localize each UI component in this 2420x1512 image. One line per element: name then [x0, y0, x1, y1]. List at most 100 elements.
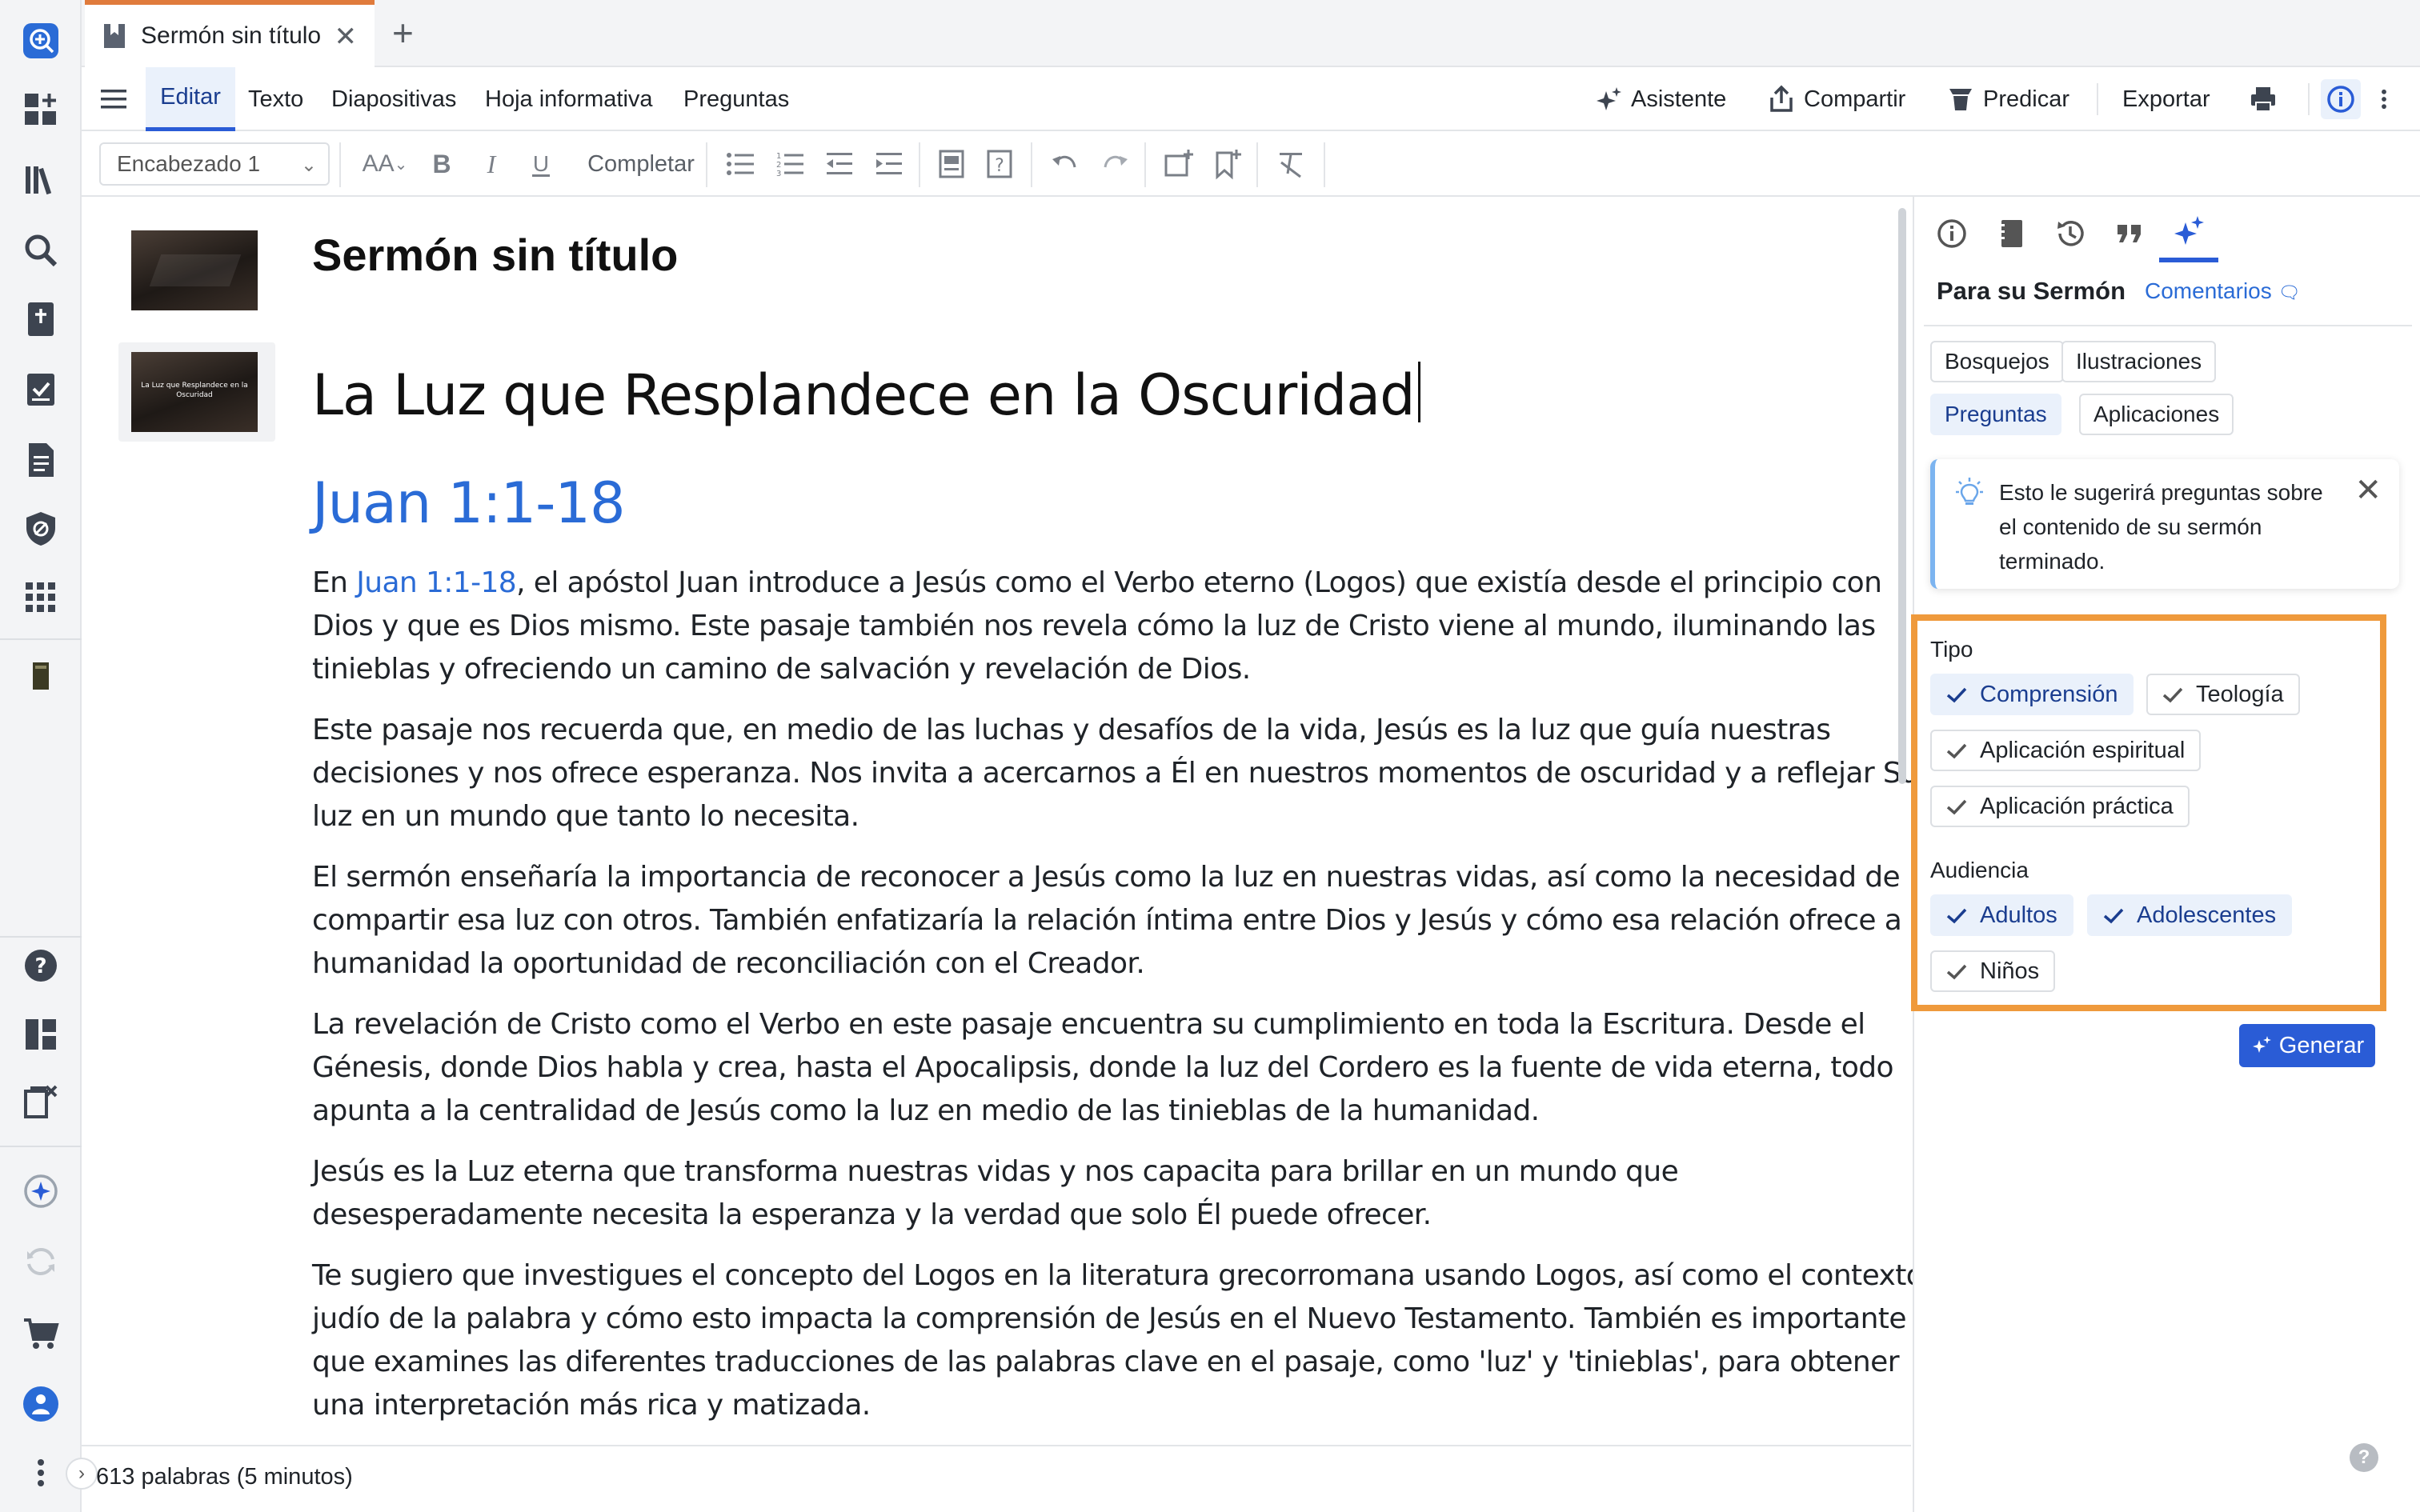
undo-button[interactable] [1045, 146, 1085, 182]
audiencia-adultos[interactable]: Adultos [1930, 894, 2073, 936]
reading-plan-icon[interactable] [18, 366, 64, 413]
panel-tab-quotes[interactable] [2100, 205, 2159, 262]
bold-button[interactable]: B [424, 146, 459, 182]
paragraph-style-select[interactable]: Encabezado 1 ⌄ [99, 142, 330, 186]
title-slide-thumbnail[interactable] [131, 230, 258, 310]
info-panel-toggle[interactable] [2321, 79, 2361, 119]
tipo-aplicacion-espiritual[interactable]: Aplicación espiritual [1930, 730, 2202, 771]
clear-format-icon [1280, 153, 1302, 178]
exportar-button[interactable]: Exportar [2122, 67, 2210, 131]
font-size-button[interactable]: AA ⌄ [357, 146, 413, 182]
close-panels-icon[interactable] [18, 1078, 64, 1125]
documents-icon[interactable] [18, 437, 64, 483]
underline-button[interactable]: U [523, 146, 559, 182]
panel-tab-assistant[interactable] [2159, 205, 2218, 262]
numbered-list-button[interactable]: 123 [770, 146, 810, 182]
completar-button[interactable]: Completar [573, 146, 709, 182]
menu-hoja-informativa[interactable]: Hoja informativa [485, 67, 653, 131]
tipo-comprension[interactable]: Comprensión [1930, 674, 2134, 715]
checkmark-icon [2103, 908, 2124, 924]
category-bosquejos[interactable]: Bosquejos [1930, 341, 2064, 382]
account-icon[interactable] [18, 1381, 64, 1427]
editor-scrollbar[interactable] [1898, 208, 1906, 784]
search-icon[interactable] [18, 227, 64, 274]
paragraph-style-value: Encabezado 1 [117, 151, 261, 176]
heading-slide-thumbnail[interactable]: La Luz que Resplandece en la Oscuridad [131, 352, 258, 432]
paragraph-1[interactable]: En Juan 1:1-18, el apóstol Juan introduc… [312, 562, 1937, 691]
add-slide-icon [1164, 150, 1193, 177]
menu-preguntas[interactable]: Preguntas [683, 67, 789, 131]
more-vertical-icon[interactable] [18, 1450, 64, 1496]
hamburger-menu-icon[interactable] [99, 85, 128, 114]
comments-link[interactable]: Comentarios 🗨 [2145, 278, 2300, 304]
tipo-teologia[interactable]: Teología [2146, 674, 2300, 715]
asistente-button[interactable]: Asistente [1594, 67, 1726, 131]
outdent-button[interactable] [819, 146, 859, 182]
sermon-shield-icon[interactable] [18, 506, 64, 552]
clear-format-button[interactable] [1271, 146, 1311, 182]
paragraph-5[interactable]: Jesús es la Luz eterna que transforma nu… [312, 1150, 1937, 1237]
new-tab-button[interactable]: + [392, 11, 414, 54]
book-cover-icon[interactable] [18, 653, 64, 699]
more-options-button[interactable] [2372, 67, 2404, 131]
tab-close-icon[interactable]: ✕ [335, 21, 358, 53]
paragraph-6[interactable]: Te sugiero que investigues el concepto d… [312, 1254, 1937, 1427]
paragraph-4[interactable]: La revelación de Cristo como el Verbo en… [312, 1003, 1937, 1133]
help-icon[interactable]: ? [18, 942, 64, 989]
category-aplicaciones[interactable]: Aplicaciones [2079, 394, 2234, 435]
svg-text:B: B [432, 150, 451, 178]
panel-tabs [1914, 197, 2420, 262]
dashboard-add-icon[interactable] [18, 86, 64, 133]
layout-icon[interactable] [18, 1011, 64, 1058]
cart-icon[interactable] [18, 1310, 64, 1357]
insert-block-button[interactable] [932, 146, 972, 182]
panel-tab-info[interactable] [1922, 205, 1981, 262]
ai-assistant-icon[interactable] [18, 1168, 64, 1214]
italic-button[interactable]: I [474, 146, 509, 182]
audiencia-adolescentes[interactable]: Adolescentes [2087, 894, 2293, 936]
tipo-aplicacion-practica[interactable]: Aplicación práctica [1930, 786, 2190, 827]
sparkle-icon [2174, 216, 2204, 245]
expand-rail-button[interactable]: › [66, 1458, 98, 1490]
generate-button[interactable]: Generar [2239, 1024, 2375, 1067]
document-tab[interactable]: Sermón sin título ✕ [85, 0, 375, 67]
sermon-heading[interactable]: La Luz que Resplandece en la Oscuridad [312, 362, 1420, 428]
search-logos-icon[interactable] [18, 18, 64, 64]
audiencia-ninos[interactable]: Niños [1930, 950, 2056, 992]
checkmark-icon [1946, 908, 1967, 924]
sync-icon[interactable] [18, 1238, 64, 1285]
predicar-button[interactable]: Predicar [1946, 67, 2069, 131]
print-button[interactable] [2249, 67, 2286, 131]
bible-icon[interactable] [18, 296, 64, 342]
menu-diapositivas[interactable]: Diapositivas [331, 67, 456, 131]
menu-editar[interactable]: Editar [146, 67, 235, 131]
svg-text:I: I [487, 150, 497, 178]
scripture-link[interactable]: Juan 1:1-18 [356, 566, 516, 599]
add-slide-button[interactable] [1159, 146, 1199, 182]
redo-button[interactable] [1095, 146, 1135, 182]
document-editor[interactable]: Sermón sin título La Luz que Resplandece… [82, 197, 1936, 1445]
category-ilustraciones[interactable]: Ilustraciones [2061, 341, 2217, 382]
add-bookmark-button[interactable] [1207, 146, 1247, 182]
menu-texto[interactable]: Texto [248, 67, 303, 131]
help-icon[interactable]: ? [2350, 1443, 2378, 1472]
info-close-icon[interactable]: ✕ [2354, 472, 2382, 509]
menu-separator [2308, 83, 2310, 115]
apps-grid-icon[interactable] [18, 574, 64, 621]
insert-question-button[interactable]: ? [980, 146, 1020, 182]
panel-tab-history[interactable] [2041, 205, 2100, 262]
paragraph-3[interactable]: El sermón enseñaría la importancia de re… [312, 856, 1937, 986]
paragraph-2[interactable]: Este pasaje nos recuerda que, en medio d… [312, 709, 1937, 838]
indent-button[interactable] [869, 146, 909, 182]
bullet-list-button[interactable] [720, 146, 760, 182]
toolbar-separator [706, 142, 707, 187]
passage-heading[interactable]: Juan 1:1-18 [312, 470, 626, 536]
tipo-comprension-label: Comprensión [1980, 681, 2118, 707]
panel-tab-notebook[interactable] [1981, 205, 2041, 262]
asistente-label: Asistente [1631, 86, 1727, 112]
document-title[interactable]: Sermón sin título [312, 229, 678, 281]
library-icon[interactable] [18, 157, 64, 203]
category-preguntas[interactable]: Preguntas [1930, 394, 2061, 435]
compartir-button[interactable]: Compartir [1767, 67, 1905, 131]
sermon-doc-icon [104, 24, 125, 48]
